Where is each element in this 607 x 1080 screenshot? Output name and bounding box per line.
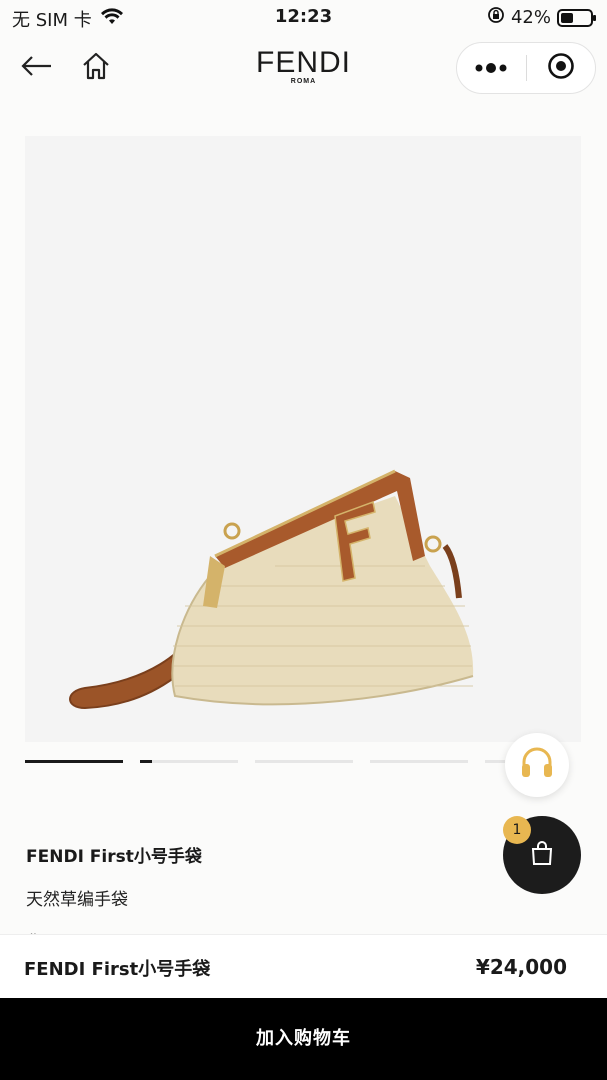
battery-icon	[557, 8, 596, 27]
gallery-indicator[interactable]	[25, 760, 123, 763]
product-title: FENDI First小号手袋	[26, 847, 202, 867]
gallery-indicators	[25, 760, 585, 764]
product-description: 天然草编手袋	[26, 890, 128, 910]
gallery-indicator[interactable]	[370, 760, 468, 763]
gallery-indicator[interactable]	[140, 760, 238, 763]
battery-percent: 42%	[510, 7, 551, 28]
record-target-icon	[547, 52, 575, 84]
headset-icon	[519, 746, 555, 784]
product-price: ¥24,000	[475, 955, 567, 979]
customer-service-button[interactable]	[505, 733, 569, 797]
close-program-button[interactable]	[527, 42, 596, 94]
shopping-bag-icon	[530, 840, 554, 870]
gallery-indicator-progress	[140, 760, 152, 763]
handbag-illustration	[69, 469, 474, 710]
nav-bar: FENDI ROMA	[0, 40, 607, 96]
battery-fill	[561, 12, 573, 23]
gallery-indicator[interactable]	[255, 760, 353, 763]
price-bar: FENDI First小号手袋 ¥24,000	[0, 934, 607, 998]
add-to-cart-button[interactable]: 加入购物车	[0, 998, 607, 1080]
product-info: FENDI First小号手袋 天然草编手袋	[26, 842, 496, 910]
more-button[interactable]	[457, 42, 526, 94]
gallery-indicator[interactable]	[485, 760, 505, 763]
status-bar: 无 SIM 卡 12:23 42%	[0, 0, 607, 34]
bottom-product-name: FENDI First小号手袋	[24, 959, 211, 980]
cart-count-badge: 1	[503, 816, 531, 844]
more-dots-icon	[474, 59, 508, 78]
mini-program-capsule	[456, 42, 596, 94]
product-image[interactable]	[25, 136, 581, 742]
orientation-lock-icon	[487, 6, 505, 29]
